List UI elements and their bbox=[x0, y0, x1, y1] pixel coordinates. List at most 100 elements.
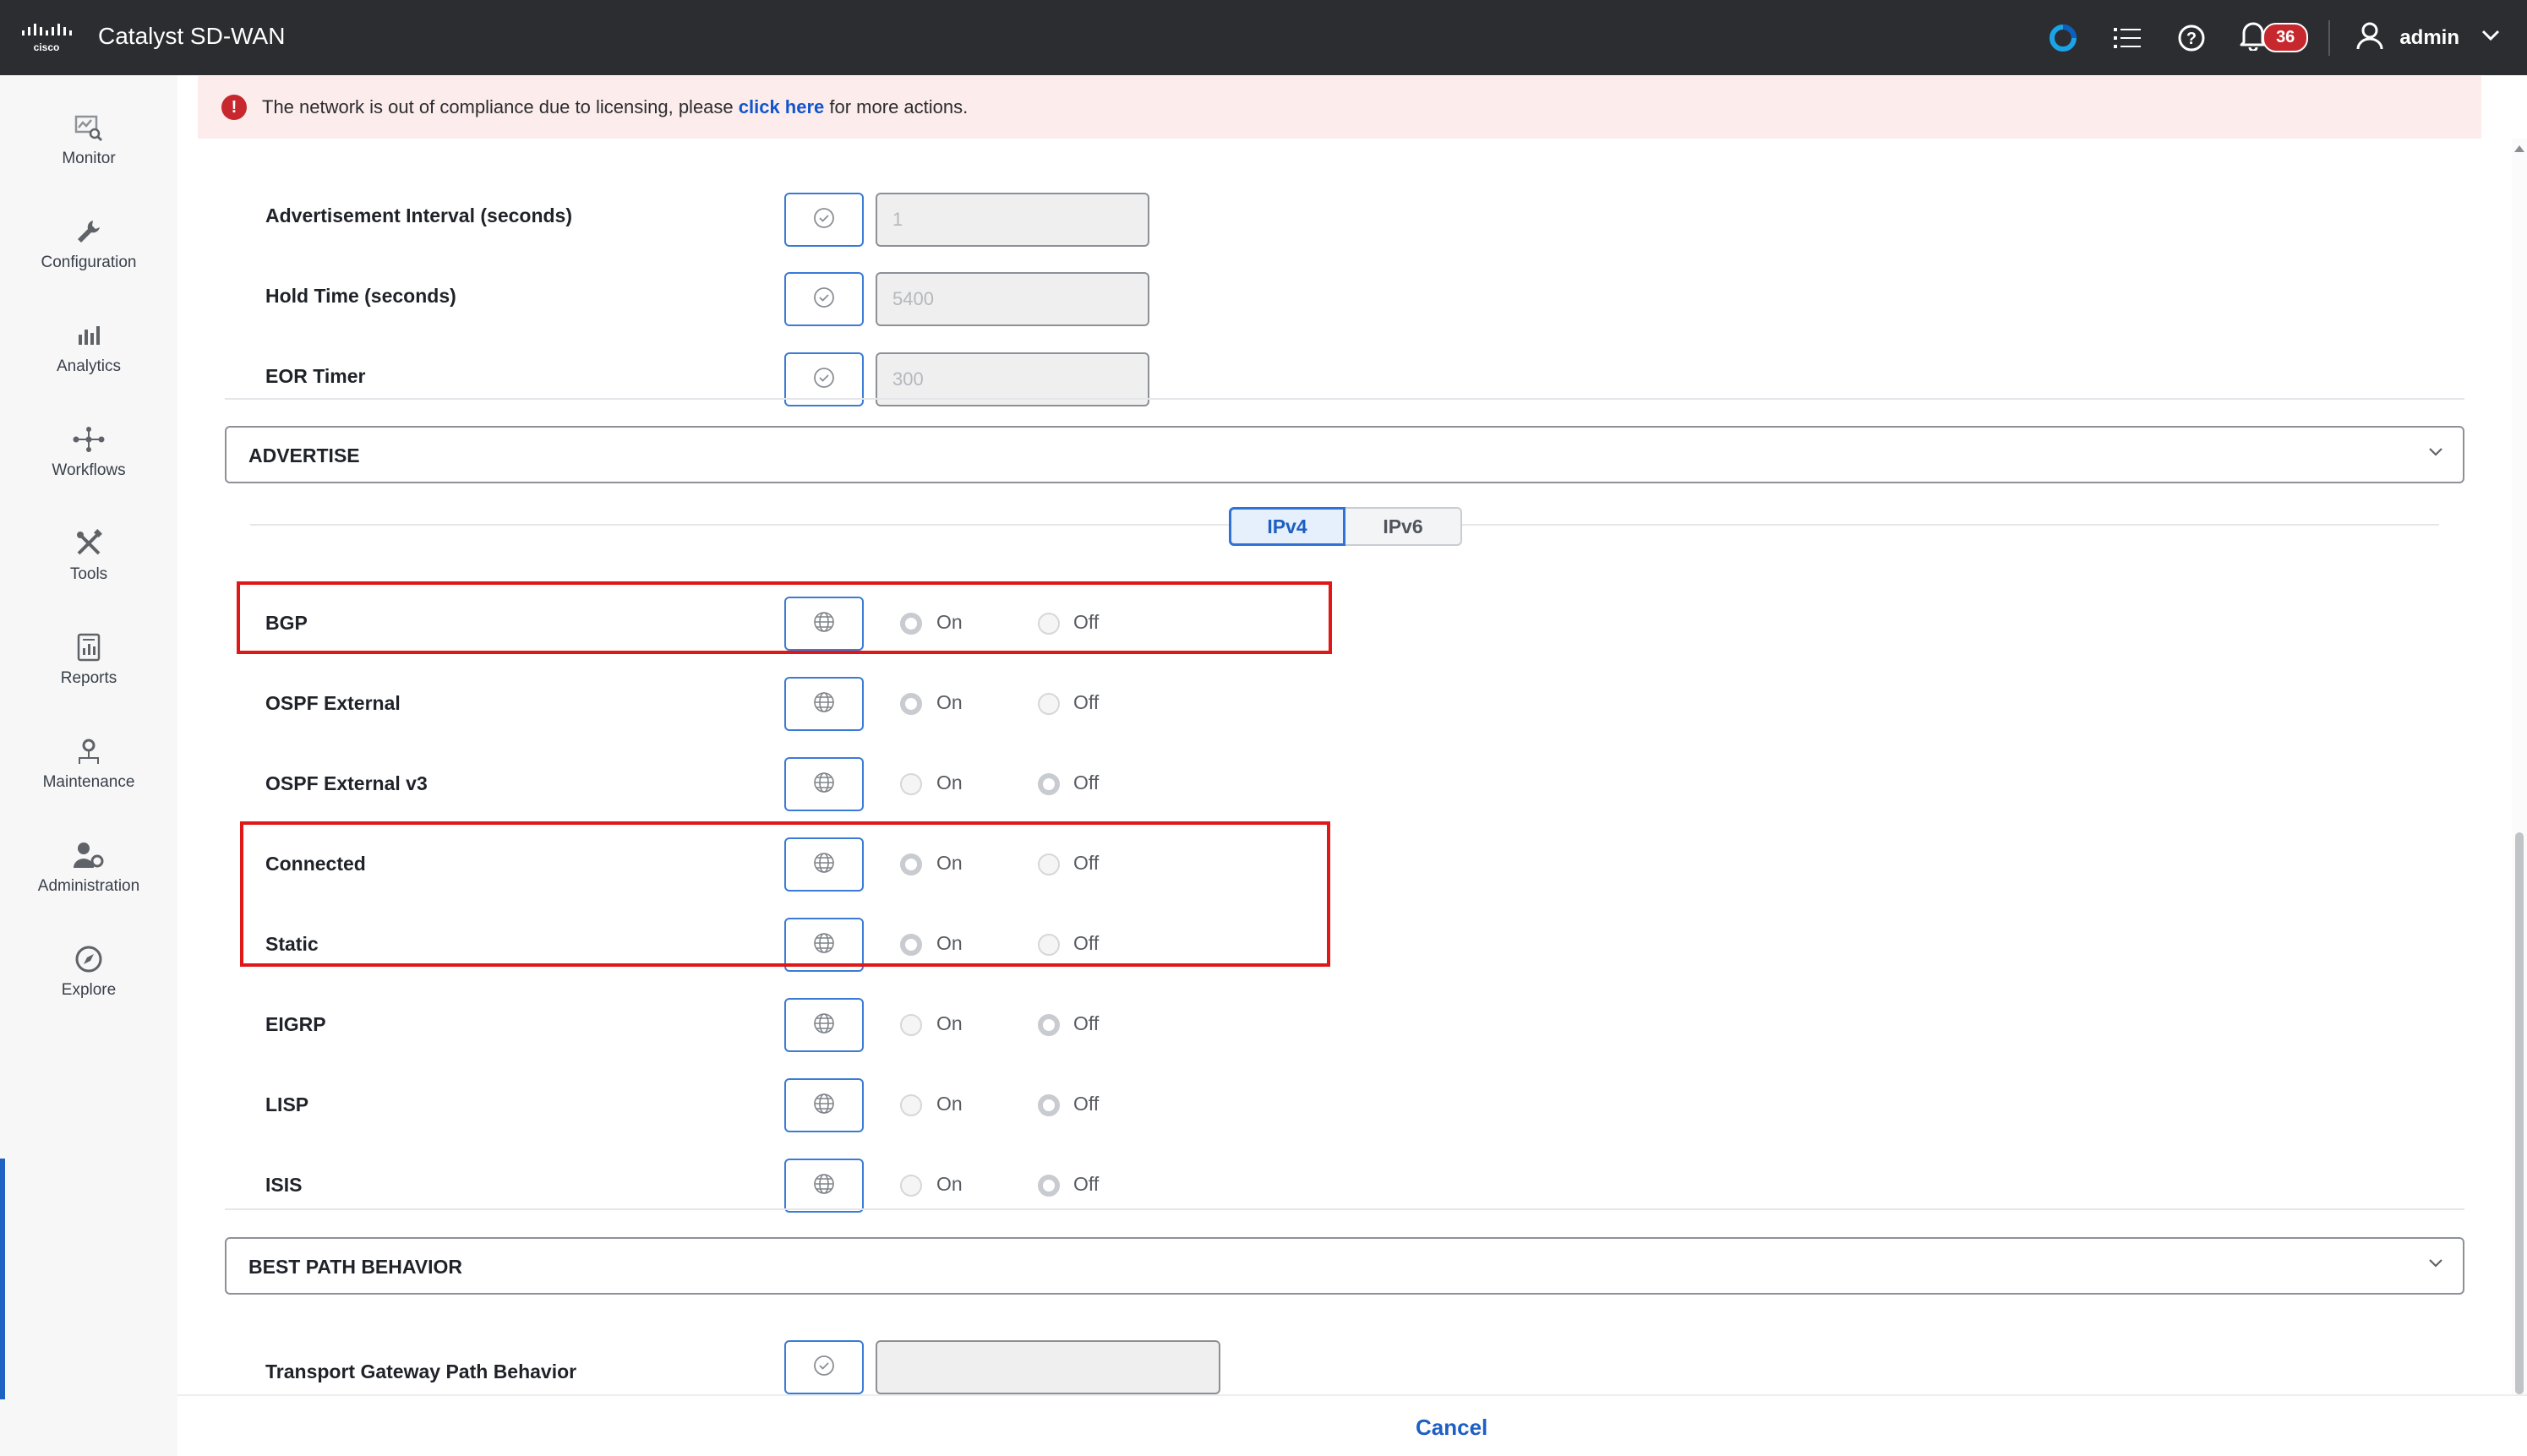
divider bbox=[2328, 19, 2331, 56]
timer-row-eor-timer: EOR Timer bbox=[177, 325, 2459, 406]
scope-global-button[interactable] bbox=[784, 1159, 864, 1213]
globe-icon bbox=[813, 1093, 835, 1119]
scope-default-button[interactable] bbox=[784, 193, 864, 247]
ospf-external-v3-on-radio[interactable] bbox=[900, 773, 922, 795]
cisco-logo[interactable]: cisco bbox=[20, 22, 73, 54]
on-label: On bbox=[936, 691, 963, 713]
off-label: Off bbox=[1073, 691, 1100, 713]
on-label: On bbox=[936, 772, 963, 793]
sidebar-item-explore[interactable]: Explore bbox=[0, 941, 177, 1033]
sidebar-item-label: Explore bbox=[61, 981, 117, 999]
sidebar: Monitor Configuration Analytics Workflow… bbox=[0, 75, 177, 1456]
transport-gateway-select[interactable] bbox=[876, 1340, 1220, 1394]
sidebar-item-maintenance[interactable]: Maintenance bbox=[0, 733, 177, 826]
scope-global-button[interactable] bbox=[784, 1078, 864, 1132]
check-circle-icon bbox=[813, 286, 835, 313]
tab-ipv4[interactable]: IPv4 bbox=[1229, 507, 1345, 546]
field-label: Advertisement Interval (seconds) bbox=[265, 204, 573, 226]
wrench-icon bbox=[70, 213, 107, 250]
advertise-row-ospf-external: OSPF External On Off bbox=[177, 668, 2459, 736]
report-icon bbox=[70, 629, 107, 666]
sidebar-item-label: Configuration bbox=[41, 254, 137, 271]
divider bbox=[225, 1208, 2464, 1210]
highlight-box-connected-static bbox=[240, 821, 1330, 967]
alert-text-before: The network is out of compliance due to … bbox=[262, 96, 739, 117]
timer-row-advertisement-interval: Advertisement Interval (seconds) bbox=[177, 166, 2459, 247]
svg-text:?: ? bbox=[2186, 30, 2197, 48]
error-icon: ! bbox=[221, 95, 247, 120]
cancel-button[interactable]: Cancel bbox=[1416, 1415, 1487, 1441]
scope-default-button[interactable] bbox=[784, 1340, 864, 1394]
divider bbox=[225, 398, 2464, 400]
field-label: OSPF External v3 bbox=[265, 772, 428, 794]
lisp-on-radio[interactable] bbox=[900, 1094, 922, 1116]
section-title: BEST PATH BEHAVIOR bbox=[248, 1256, 463, 1278]
sidebar-item-label: Workflows bbox=[52, 461, 126, 479]
sidebar-item-configuration[interactable]: Configuration bbox=[0, 213, 177, 306]
brand-swirl-icon[interactable] bbox=[2046, 21, 2080, 55]
sidebar-item-workflows[interactable]: Workflows bbox=[0, 421, 177, 514]
on-label: On bbox=[936, 1093, 963, 1115]
field-label: EIGRP bbox=[265, 1013, 326, 1035]
click-here-link[interactable]: click here bbox=[739, 96, 825, 118]
sidebar-item-label: Administration bbox=[37, 877, 140, 895]
compass-icon bbox=[70, 941, 107, 978]
ip-version-toggle: IPv4 IPv6 bbox=[1229, 507, 1462, 546]
sidebar-item-reports[interactable]: Reports bbox=[0, 629, 177, 722]
advertise-row-isis: ISIS On Off bbox=[177, 1150, 2459, 1218]
notifications[interactable]: 36 bbox=[2239, 20, 2309, 55]
admin-icon bbox=[70, 837, 107, 874]
sidebar-item-administration[interactable]: Administration bbox=[0, 837, 177, 930]
check-circle-icon bbox=[813, 1355, 835, 1381]
sidebar-item-monitor[interactable]: Monitor bbox=[0, 109, 177, 202]
section-title: ADVERTISE bbox=[248, 444, 360, 466]
scope-global-button[interactable] bbox=[784, 998, 864, 1052]
monitor-icon bbox=[70, 109, 107, 146]
field-label: OSPF External bbox=[265, 692, 401, 714]
field-label: ISIS bbox=[265, 1174, 303, 1196]
user-name[interactable]: admin bbox=[2399, 26, 2459, 50]
ospf-external-v3-off-radio[interactable] bbox=[1038, 773, 1060, 795]
scroll-up-arrow[interactable] bbox=[2514, 145, 2524, 152]
isis-off-radio[interactable] bbox=[1038, 1175, 1060, 1197]
ospf-external-off-radio[interactable] bbox=[1038, 693, 1060, 715]
scope-default-button[interactable] bbox=[784, 272, 864, 326]
sidebar-item-analytics[interactable]: Analytics bbox=[0, 317, 177, 410]
off-label: Off bbox=[1073, 1093, 1100, 1115]
sidebar-item-label: Maintenance bbox=[42, 773, 135, 791]
license-alert-banner: ! The network is out of compliance due t… bbox=[198, 76, 2481, 139]
svg-text:cisco: cisco bbox=[34, 41, 60, 53]
ospf-external-on-radio[interactable] bbox=[900, 693, 922, 715]
user-icon[interactable] bbox=[2355, 21, 2384, 54]
chevron-down-icon[interactable] bbox=[2481, 30, 2500, 46]
footer-bar: Cancel bbox=[177, 1394, 2527, 1456]
scope-global-button[interactable] bbox=[784, 757, 864, 811]
bar-chart-icon bbox=[70, 317, 107, 354]
isis-on-radio[interactable] bbox=[900, 1175, 922, 1197]
sidebar-item-tools[interactable]: Tools bbox=[0, 525, 177, 618]
advertisement-interval-input[interactable] bbox=[876, 193, 1149, 247]
advertise-row-eigrp: EIGRP On Off bbox=[177, 990, 2459, 1057]
app-title: Catalyst SD-WAN bbox=[98, 23, 286, 49]
advertise-section-header[interactable]: ADVERTISE bbox=[225, 426, 2464, 483]
sidebar-item-label: Reports bbox=[60, 669, 117, 687]
task-list-icon[interactable] bbox=[2110, 21, 2144, 55]
sidebar-item-label: Tools bbox=[69, 565, 108, 583]
hold-time-input[interactable] bbox=[876, 272, 1149, 326]
tab-ipv6[interactable]: IPv6 bbox=[1345, 507, 1462, 546]
lisp-off-radio[interactable] bbox=[1038, 1094, 1060, 1116]
notification-badge: 36 bbox=[2262, 23, 2309, 52]
off-label: Off bbox=[1073, 1173, 1100, 1195]
check-circle-icon bbox=[813, 207, 835, 233]
help-icon[interactable]: ? bbox=[2175, 21, 2208, 55]
off-label: Off bbox=[1073, 772, 1100, 793]
scope-global-button[interactable] bbox=[784, 677, 864, 731]
advertise-row-lisp: LISP On Off bbox=[177, 1070, 2459, 1137]
globe-icon bbox=[813, 1012, 835, 1039]
best-path-section-header[interactable]: BEST PATH BEHAVIOR bbox=[225, 1237, 2464, 1295]
scrollbar-thumb[interactable] bbox=[2515, 832, 2524, 1394]
check-circle-icon bbox=[813, 367, 835, 393]
eigrp-on-radio[interactable] bbox=[900, 1014, 922, 1036]
eigrp-off-radio[interactable] bbox=[1038, 1014, 1060, 1036]
globe-icon bbox=[813, 691, 835, 717]
